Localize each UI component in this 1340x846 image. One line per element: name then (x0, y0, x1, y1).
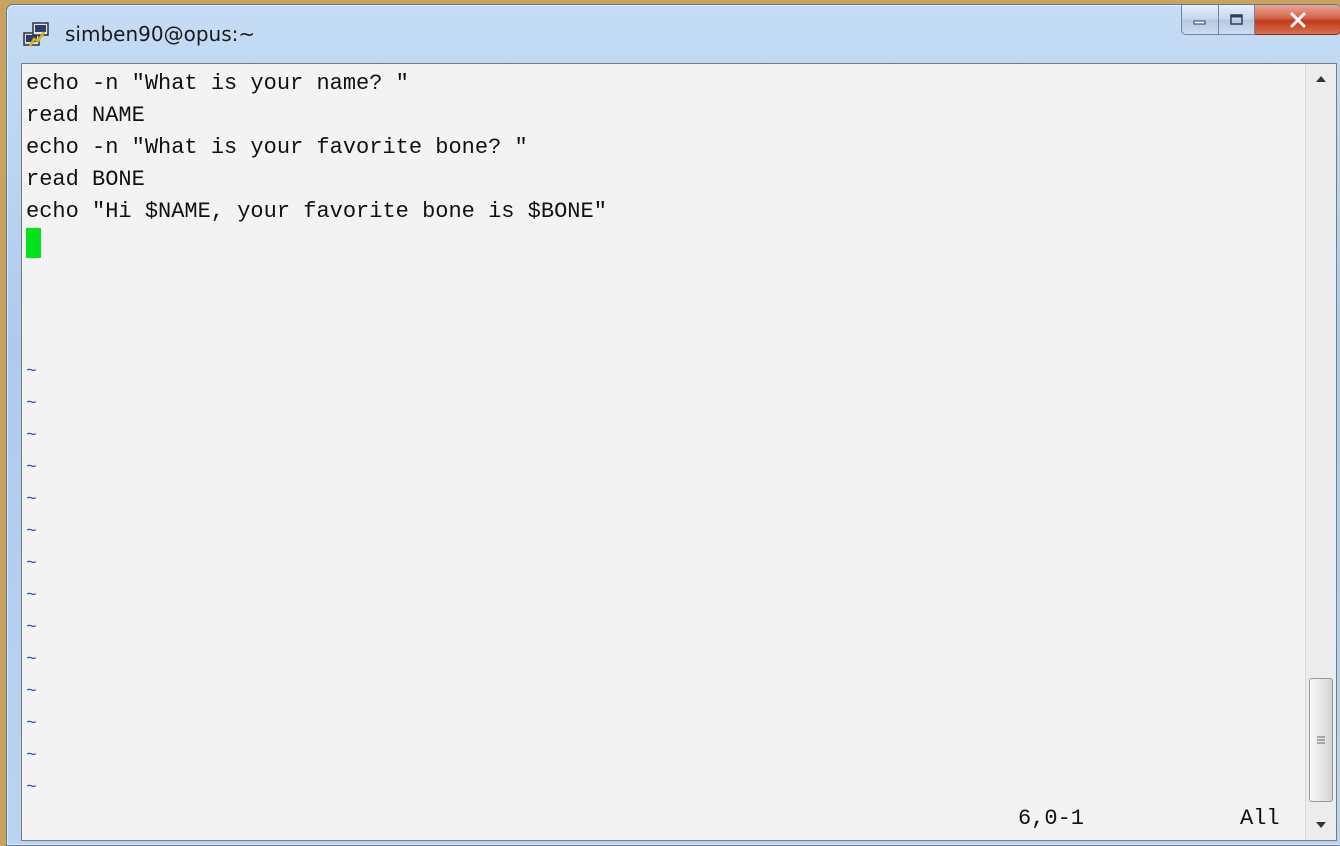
scroll-up-arrow-icon (1316, 76, 1326, 82)
minimize-button[interactable] (1181, 5, 1219, 35)
empty-line-marker: ~ (26, 554, 37, 574)
terminal-window: simben90@opus:~ echo -n "What is your na… (6, 4, 1340, 846)
maximize-icon (1229, 13, 1243, 25)
empty-line-marker: ~ (26, 714, 37, 734)
scrollbar-thumb[interactable] (1309, 678, 1333, 802)
maximize-button[interactable] (1219, 5, 1255, 35)
code-line: echo -n "What is your favorite bone? " (26, 135, 528, 160)
scroll-position-status: All (1240, 806, 1280, 831)
empty-line-marker: ~ (26, 458, 37, 478)
empty-line-marker: ~ (26, 586, 37, 606)
vertical-scrollbar[interactable] (1305, 64, 1336, 840)
empty-line-marker: ~ (26, 682, 37, 702)
vim-editor[interactable]: echo -n "What is your name? " read NAME … (22, 64, 1305, 840)
close-icon (1290, 12, 1305, 27)
putty-icon (23, 22, 49, 47)
close-button[interactable] (1255, 5, 1340, 35)
empty-line-marker: ~ (26, 522, 37, 542)
cursor-position-status: 6,0-1 (1018, 806, 1085, 831)
code-line: read BONE (26, 167, 145, 192)
scroll-down-button[interactable] (1306, 810, 1336, 840)
code-line: echo "Hi $NAME, your favorite bone is $B… (26, 199, 607, 224)
scroll-up-button[interactable] (1306, 64, 1336, 94)
code-line: read NAME (26, 103, 145, 128)
minimize-icon (1193, 20, 1206, 24)
empty-line-marker: ~ (26, 746, 37, 766)
window-title: simben90@opus:~ (65, 22, 256, 46)
empty-line-marker: ~ (26, 426, 37, 446)
empty-line-marker: ~ (26, 490, 37, 510)
empty-line-marker: ~ (26, 362, 37, 382)
empty-line-marker: ~ (26, 778, 37, 798)
title-bar[interactable]: simben90@opus:~ (7, 5, 1340, 61)
text-cursor (26, 228, 41, 258)
grip-icon (1317, 736, 1325, 744)
empty-line-marker: ~ (26, 650, 37, 670)
code-line: echo -n "What is your name? " (26, 71, 409, 96)
window-controls (1181, 5, 1340, 39)
scroll-down-arrow-icon (1316, 822, 1326, 828)
empty-line-marker: ~ (26, 394, 37, 414)
empty-line-marker: ~ (26, 618, 37, 638)
terminal-client-area[interactable]: echo -n "What is your name? " read NAME … (21, 63, 1337, 841)
